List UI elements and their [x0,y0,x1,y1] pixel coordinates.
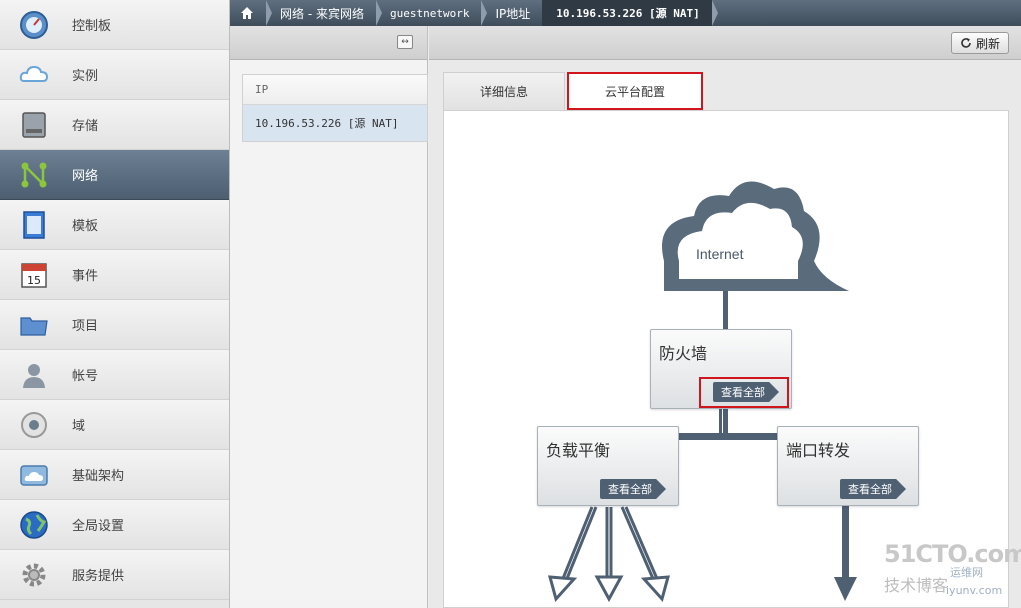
tab-details[interactable]: 详细信息 [443,72,566,110]
load-balancer-box: 负载平衡 查看全部 [537,426,679,506]
list-toolbar: ↔ [230,26,427,60]
svg-text:15: 15 [27,274,41,287]
load-balancer-title: 负载平衡 [546,441,611,460]
refresh-button[interactable]: 刷新 [950,32,1009,54]
sidebar-item-label: 全局设置 [72,519,125,534]
detail-panel: 刷新 详细信息 云平台配置 Internet 防火墙 查看全部 负载平衡 查看全… [429,26,1021,608]
firewall-title: 防火墙 [659,344,708,363]
sidebar-item-8[interactable]: 域 [0,400,229,450]
load-balancer-arrows [547,506,671,603]
sidebar-item-label: 控制板 [72,19,112,34]
load-balancer-view-all-button[interactable]: 查看全部 [600,479,666,499]
port-forwarding-view-all-button[interactable]: 查看全部 [840,479,906,499]
watermark-blog: 技术博客 [884,576,949,595]
sidebar-item-label: 存储 [72,119,99,134]
tab-cloud-config[interactable]: 云平台配置 [567,72,704,110]
sidebar-item-label: 服务提供 [72,569,125,584]
watermark-site: 运维网 [950,566,983,579]
sidebar-item-0[interactable]: 控制板 [0,0,229,50]
breadcrumb-home[interactable] [230,0,272,26]
breadcrumb: 网络 - 来宾网络 guestnetwork IP地址 10.196.53.22… [230,0,1021,26]
home-icon [241,7,253,19]
sidebar-item-label: 基础架构 [72,469,125,484]
folder-icon [20,316,48,336]
infrastructure-icon [20,464,48,486]
expand-panel-button[interactable]: ↔ [397,35,413,49]
sidebar-item-11[interactable]: 服务提供 [0,550,229,600]
detail-tabs: 详细信息 云平台配置 [443,72,704,110]
sidebar-item-7[interactable]: 帐号 [0,350,229,400]
internet-label: Internet [696,246,744,262]
sidebar-item-6[interactable]: 项目 [0,300,229,350]
sidebar: 控制板实例存储网络模板 15 事件项目帐号域基础架构全局设置服务提供 [0,0,230,608]
sidebar-item-5[interactable]: 15 事件 [0,250,229,300]
sidebar-item-label: 帐号 [72,369,99,384]
internet-cloud-icon [662,181,849,301]
list-row[interactable]: 10.196.53.226 [源 NAT] [243,105,427,141]
breadcrumb-current-ip: 10.196.53.226 [源 NAT] [542,0,719,26]
sidebar-item-label: 项目 [72,319,99,334]
app-window: 控制板实例存储网络模板 15 事件项目帐号域基础架构全局设置服务提供 网络 - 来宾… [0,0,1021,608]
domain-icon [21,411,47,438]
firewall-button-highlight [699,377,789,408]
breadcrumb-guestnetwork[interactable]: guestnetwork [376,0,488,26]
template-icon [23,210,45,239]
user-icon [23,363,45,388]
ip-list-table: IP 10.196.53.226 [源 NAT] [242,74,428,142]
watermark: 51CTO.com 技术博客 运维网 iyunv.com [880,540,1021,606]
sidebar-item-label: 域 [72,419,86,434]
breadcrumb-ip-address[interactable]: IP地址 [481,0,548,26]
sidebar-item-label: 实例 [72,69,99,84]
dashboard-icon [20,10,48,39]
sidebar-item-9[interactable]: 基础架构 [0,450,229,500]
breadcrumb-network[interactable]: 网络 - 来宾网络 [266,0,382,26]
list-header-ip[interactable]: IP [243,75,427,105]
port-forwarding-title: 端口转发 [786,441,851,460]
network-icon [21,162,47,187]
sidebar-item-4[interactable]: 模板 [0,200,229,250]
sidebar-item-label: 网络 [72,169,99,184]
refresh-label: 刷新 [975,36,1000,51]
calendar-icon: 15 [21,262,47,288]
sidebar-item-10[interactable]: 全局设置 [0,500,229,550]
detail-toolbar: 刷新 [429,26,1021,60]
globe-icon [20,510,48,539]
ip-list-panel: ↔ IP 10.196.53.226 [源 NAT] [230,26,428,608]
sidebar-item-label: 事件 [72,269,99,284]
refresh-icon [961,38,971,48]
sidebar-item-label: 模板 [72,219,99,234]
sidebar-item-1[interactable]: 实例 [0,50,229,100]
watermark-url: iyunv.com [946,584,1003,597]
storage-icon [22,111,46,138]
cloud-icon [19,65,49,82]
cloud-config-content: Internet 防火墙 查看全部 负载平衡 查看全部 端口转发 查看全部 [443,110,1009,608]
port-forwarding-box: 端口转发 查看全部 [777,426,919,506]
sidebar-item-3[interactable]: 网络 [0,150,229,200]
gear-icon [22,563,46,586]
sidebar-item-2[interactable]: 存储 [0,100,229,150]
